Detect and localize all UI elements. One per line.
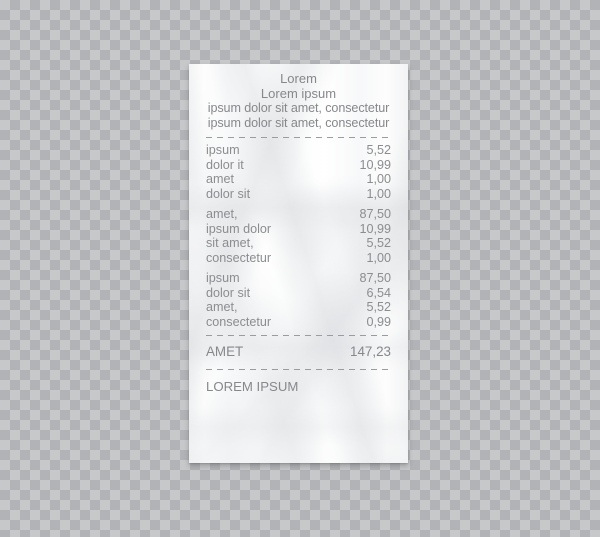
- table-row: amet, 5,52: [206, 300, 391, 315]
- table-row: dolor it 10,99: [206, 158, 391, 173]
- item-label: ipsum: [206, 271, 240, 286]
- receipt-footer: LOREM IPSUM: [206, 379, 299, 395]
- item-label: dolor it: [206, 157, 244, 172]
- item-label: amet,: [206, 300, 238, 315]
- total-price: 147,23: [350, 344, 391, 360]
- item-label: consectetur: [206, 314, 272, 329]
- item-price: 10,99: [359, 221, 391, 236]
- receipt-paper: Lorem Lorem ipsum ipsum dolor sit amet, …: [189, 64, 408, 463]
- item-price: 87,50: [359, 207, 391, 222]
- table-row: dolor sit 1,00: [206, 187, 391, 202]
- item-label: ipsum: [206, 143, 240, 158]
- table-row: consectetur 1,00: [206, 251, 391, 266]
- item-label: consectetur: [206, 250, 272, 265]
- header-line-2: Lorem ipsum: [260, 85, 337, 101]
- header-line-3: ipsum dolor sit amet, consectetur: [207, 101, 390, 116]
- item-label: dolor sit: [206, 186, 251, 201]
- item-price: 1,00: [366, 186, 391, 201]
- table-row: sit amet, 5,52: [206, 236, 391, 251]
- item-price: 87,50: [359, 271, 391, 286]
- item-price: 5,52: [366, 143, 391, 158]
- table-row: ipsum 5,52: [206, 143, 391, 158]
- total-label: AMET: [206, 344, 244, 360]
- items-group-one: ipsum 5,52 dolor it 10,99 amet 1,00 dolo…: [206, 143, 391, 201]
- items-group-three: ipsum 87,50 dolor sit 6,54 amet, 5,52 co…: [206, 271, 391, 329]
- table-row: dolor sit 6,54: [206, 286, 391, 301]
- item-price: 1,00: [366, 250, 391, 265]
- table-row: amet, 87,50: [206, 207, 391, 222]
- header-line-1: Lorem: [280, 71, 317, 86]
- divider-top: [206, 137, 391, 139]
- item-label: ipsum dolor: [206, 221, 272, 236]
- table-row: ipsum dolor 10,99: [206, 222, 391, 237]
- item-price: 5,52: [366, 300, 391, 315]
- item-price: 10,99: [359, 157, 391, 172]
- header-line-4: ipsum dolor sit amet, consectetur: [207, 115, 390, 130]
- total-row: AMET 147,23: [206, 341, 391, 362]
- item-label: amet,: [206, 207, 238, 222]
- item-price: 6,54: [366, 285, 391, 300]
- receipt-header: Lorem Lorem ipsum ipsum dolor sit amet, …: [206, 64, 391, 130]
- item-price: 0,99: [366, 314, 391, 329]
- table-row: consectetur 0,99: [206, 315, 391, 330]
- item-label: amet: [206, 172, 234, 187]
- receipt-content: Lorem Lorem ipsum ipsum dolor sit amet, …: [189, 64, 408, 463]
- table-row: amet 1,00: [206, 172, 391, 187]
- item-price: 5,52: [366, 236, 391, 251]
- divider-below-total: [206, 369, 391, 371]
- table-row: ipsum 87,50: [206, 271, 391, 286]
- item-price: 1,00: [366, 172, 391, 187]
- item-label: dolor sit: [206, 285, 251, 300]
- transparent-background-canvas: Lorem Lorem ipsum ipsum dolor sit amet, …: [0, 0, 600, 537]
- items-group-two: amet, 87,50 ipsum dolor 10,99 sit amet, …: [206, 207, 391, 265]
- divider-above-total: [206, 335, 391, 337]
- item-label: sit amet,: [206, 236, 254, 251]
